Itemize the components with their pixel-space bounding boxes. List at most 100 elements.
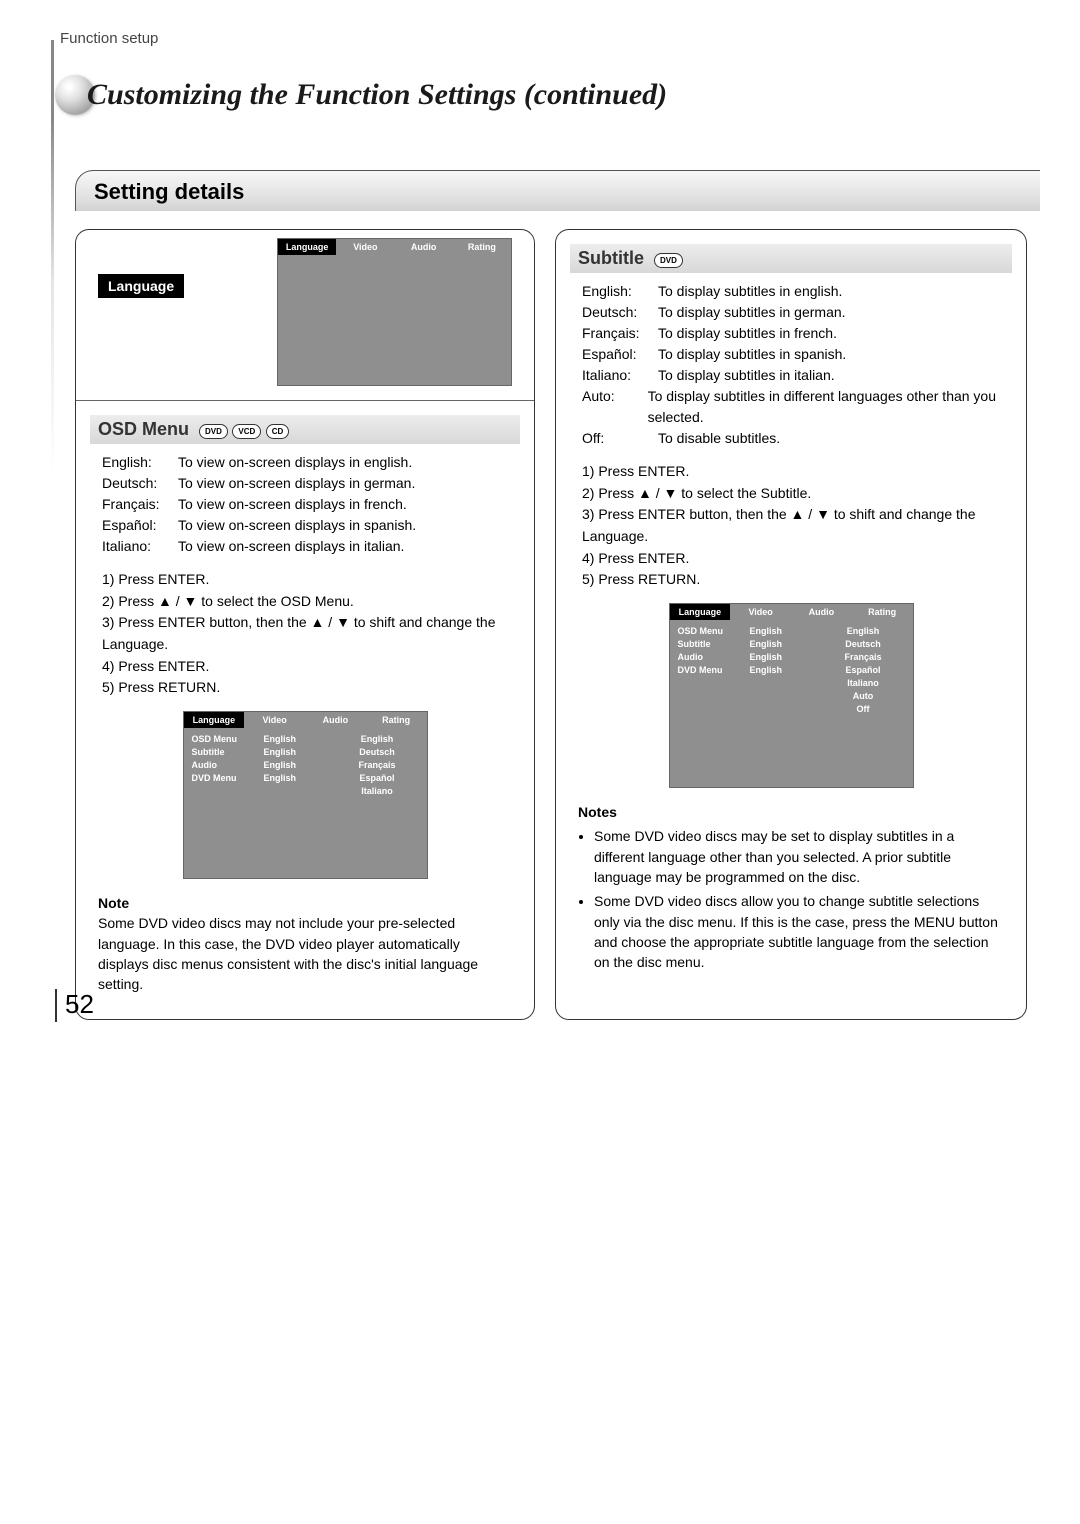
chapter-heading: Customizing the Function Settings (conti…	[55, 75, 1040, 115]
subheading-bar-osd-menu: OSD Menu DVD VCD CD	[90, 415, 520, 444]
section-heading-bar: Setting details	[75, 170, 1040, 211]
lang-key: Auto:	[582, 386, 648, 428]
note-title: Note	[98, 893, 512, 913]
step: 3) Press ENTER button, then the ▲ / ▼ to…	[102, 614, 495, 652]
disc-badge-dvd: DVD	[199, 424, 228, 439]
osd-val: English	[264, 747, 336, 757]
note-item: Some DVD video discs may be set to displ…	[594, 826, 1004, 887]
osd-opt: Español	[822, 665, 905, 675]
lang-desc: To view on-screen displays in french.	[178, 494, 407, 515]
osd-tab: Audio	[395, 239, 453, 255]
osd-val: English	[750, 652, 822, 662]
step: 1) Press ENTER.	[582, 461, 1000, 483]
lang-key: Italiano:	[102, 536, 178, 557]
lang-desc: To view on-screen displays in german.	[178, 473, 415, 494]
lang-key: Français:	[582, 323, 658, 344]
subheading-bar-subtitle: Subtitle DVD	[570, 244, 1012, 273]
osd-tab: Video	[244, 712, 305, 728]
language-descriptions-osd: English:To view on-screen displays in en…	[102, 452, 508, 557]
lang-desc: To display subtitles in italian.	[658, 365, 835, 386]
osd-item: Audio	[192, 760, 264, 770]
osd-opt: Deutsch	[336, 747, 419, 757]
page-number: 52	[55, 989, 100, 1022]
osd-opt: English	[822, 626, 905, 636]
steps-subtitle: 1) Press ENTER. 2) Press ▲ / ▼ to select…	[582, 461, 1000, 591]
osd-opt: Deutsch	[822, 639, 905, 649]
osd-opt: Italiano	[822, 678, 905, 688]
osd-tab: Language	[670, 604, 731, 620]
lang-key: English:	[582, 281, 658, 302]
lang-desc: To display subtitles in german.	[658, 302, 846, 323]
osd-val: English	[264, 734, 336, 744]
chapter-title: Customizing the Function Settings (conti…	[87, 78, 667, 112]
lang-desc: To view on-screen displays in english.	[178, 452, 412, 473]
osd-val: English	[264, 760, 336, 770]
osd-val: English	[264, 773, 336, 783]
page-side-rule	[51, 40, 54, 1010]
disc-badge-vcd: VCD	[232, 424, 261, 439]
lang-key: Off:	[582, 428, 658, 449]
osd-tab: Rating	[366, 712, 427, 728]
osd-opt: Español	[336, 773, 419, 783]
osd-opt: Italiano	[336, 786, 419, 796]
osd-opt: Off	[822, 704, 905, 714]
note-block: Note Some DVD video discs may not includ…	[98, 893, 512, 994]
osd-opt: English	[336, 734, 419, 744]
step: 3) Press ENTER button, then the ▲ / ▼ to…	[582, 506, 975, 544]
osd-tab: Video	[336, 239, 394, 255]
lang-desc: To display subtitles in different langua…	[648, 386, 1000, 428]
lang-desc: To display subtitles in english.	[658, 281, 842, 302]
osd-val: English	[750, 626, 822, 636]
osd-item: Audio	[678, 652, 750, 662]
section-label: Function setup	[60, 30, 1040, 47]
osd-tab: Audio	[791, 604, 852, 620]
lang-key: Español:	[582, 344, 658, 365]
lang-desc: To display subtitles in spanish.	[658, 344, 846, 365]
subheading-subtitle: Subtitle	[578, 248, 644, 269]
osd-preview-empty: Language Video Audio Rating	[277, 238, 512, 386]
step: 1) Press ENTER.	[102, 569, 508, 591]
category-tab-language: Language	[98, 274, 184, 298]
osd-val: English	[750, 639, 822, 649]
panel-subtitle: Subtitle DVD English:To display subtitle…	[555, 229, 1027, 1020]
step: 2) Press ▲ / ▼ to select the Subtitle.	[582, 483, 1000, 505]
osd-tab: Language	[278, 239, 336, 255]
section-title: Setting details	[94, 179, 244, 204]
osd-tab: Language	[184, 712, 245, 728]
osd-tab: Audio	[305, 712, 366, 728]
notes-title: Notes	[578, 802, 1004, 822]
step: 2) Press ▲ / ▼ to select the OSD Menu.	[102, 591, 508, 613]
lang-key: Français:	[102, 494, 178, 515]
disc-badge-cd: CD	[266, 424, 290, 439]
step: 5) Press RETURN.	[582, 569, 1000, 591]
lang-key: Español:	[102, 515, 178, 536]
step: 4) Press ENTER.	[582, 548, 1000, 570]
lang-key: English:	[102, 452, 178, 473]
osd-item: DVD Menu	[678, 665, 750, 675]
panel-language-osd: Language Language Video Audio Rating OSD…	[75, 229, 535, 1020]
osd-item: OSD Menu	[192, 734, 264, 744]
lang-key: Italiano:	[582, 365, 658, 386]
osd-preview-subtitle: Language Video Audio Rating OSD Menu Sub…	[669, 603, 914, 788]
note-text: Some DVD video discs may not include you…	[98, 913, 512, 994]
osd-item: OSD Menu	[678, 626, 750, 636]
steps-osd-menu: 1) Press ENTER. 2) Press ▲ / ▼ to select…	[102, 569, 508, 699]
lang-desc: To view on-screen displays in spanish.	[178, 515, 416, 536]
subheading-osd-menu: OSD Menu	[98, 419, 189, 440]
osd-opt: Français	[336, 760, 419, 770]
lang-desc: To disable subtitles.	[658, 428, 780, 449]
lang-key: Deutsch:	[102, 473, 178, 494]
osd-item: Subtitle	[192, 747, 264, 757]
lang-desc: To display subtitles in french.	[658, 323, 837, 344]
osd-tab: Rating	[852, 604, 913, 620]
lang-desc: To view on-screen displays in italian.	[178, 536, 404, 557]
step: 5) Press RETURN.	[102, 677, 508, 699]
osd-val: English	[750, 665, 822, 675]
notes-block: Notes Some DVD video discs may be set to…	[578, 802, 1004, 972]
osd-item: DVD Menu	[192, 773, 264, 783]
note-item: Some DVD video discs allow you to change…	[594, 891, 1004, 972]
osd-tab: Video	[730, 604, 791, 620]
step: 4) Press ENTER.	[102, 656, 508, 678]
osd-preview-languages: Language Video Audio Rating OSD Menu Sub…	[183, 711, 428, 879]
osd-tab: Rating	[453, 239, 511, 255]
